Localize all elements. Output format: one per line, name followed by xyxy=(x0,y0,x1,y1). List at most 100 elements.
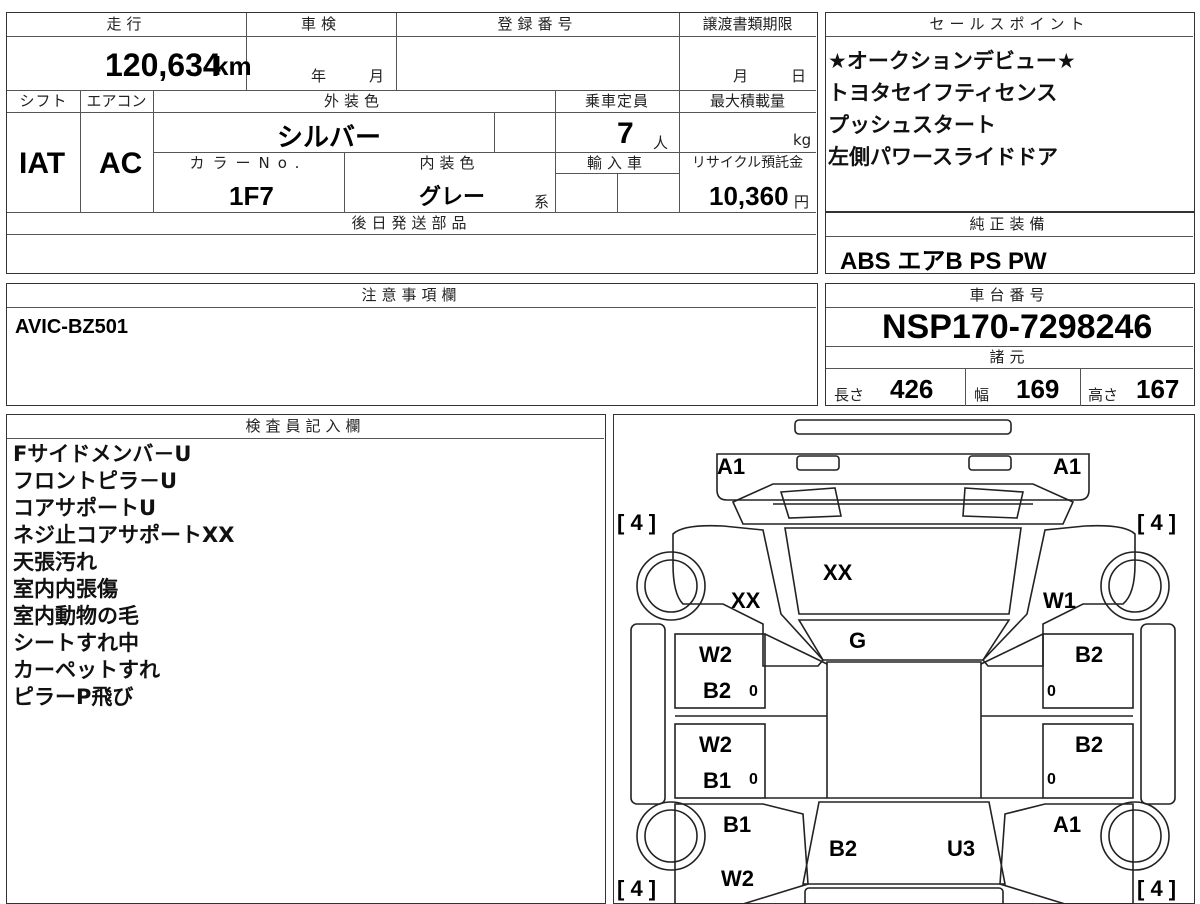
mileage-label: 走行 xyxy=(106,15,147,33)
mark-door-fl-zero: 0 xyxy=(749,683,758,700)
ac-value: AC xyxy=(99,147,143,180)
notes-label: 注意事項欄 xyxy=(361,286,462,304)
mark-quarter-left: B1 xyxy=(723,812,751,837)
capacity-value: 7 xyxy=(617,117,634,150)
wheel-fl xyxy=(636,551,706,621)
capacity-unit: 人 xyxy=(653,134,669,152)
vehicle-info-table: 走行 車検 登録番号 譲渡書類期限 120,634 km 年 月 月 日 シフト… xyxy=(6,12,818,274)
sales-points-box: セールスポイント ★オークションデビュー★ トヨタセイフティセンス プッシュスタ… xyxy=(825,12,1195,212)
interior-value: グレー xyxy=(419,185,486,210)
width-label: 幅 xyxy=(974,386,990,404)
later-parts-label: 後日発送部品 xyxy=(351,214,472,232)
recycle-unit: 円 xyxy=(794,193,810,211)
ac-label: エアコン xyxy=(86,92,147,110)
mileage-unit: km xyxy=(214,51,252,81)
front-left-light xyxy=(796,455,840,471)
import-label: 輸入車 xyxy=(586,154,647,172)
shift-value: IAT xyxy=(19,147,66,180)
windshield xyxy=(784,527,1022,615)
rear-bumper xyxy=(804,887,1004,904)
transfer-label: 譲渡書類期限 xyxy=(702,15,793,33)
inspector-label: 検査員記入欄 xyxy=(245,417,366,435)
car-diagram: A1 A1 [ 4 ] [ 4 ] [ 4 ] [ 4 ] XX XX W1 G… xyxy=(617,419,1176,904)
mark-tire-rr: [ 4 ] xyxy=(1137,876,1176,901)
sales-label: セールスポイント xyxy=(929,15,1090,33)
inspector-item: コアサポートU xyxy=(13,496,157,520)
inspection-label: 車検 xyxy=(300,15,341,33)
inspector-item: ピラーP飛び xyxy=(13,685,134,709)
equipment-label: 純正装備 xyxy=(969,215,1050,233)
inspector-item: 室内内張傷 xyxy=(13,577,118,601)
mark-door-rl-1: W2 xyxy=(699,732,732,757)
mark-door-rr-1: B2 xyxy=(1075,732,1103,757)
chassis-number: NSP170-7298246 xyxy=(882,308,1153,346)
mark-tire-fl: [ 4 ] xyxy=(617,510,656,535)
inspector-item: フロントピラ－U xyxy=(13,469,178,493)
length-label: 長さ xyxy=(834,386,865,404)
equipment-value: ABS エアB PS PW xyxy=(840,248,1047,275)
interior-label: 内装色 xyxy=(419,154,480,172)
left-sill xyxy=(630,623,666,805)
mark-door-fl-1: W2 xyxy=(699,642,732,667)
interior-suffix: 系 xyxy=(534,193,550,211)
wheel-rl xyxy=(636,801,706,871)
exterior-label: 外装色 xyxy=(323,92,384,110)
inspector-item: 室内動物の毛 xyxy=(13,604,139,628)
notes-value: AVIC-BZ501 xyxy=(15,316,128,338)
roof xyxy=(826,661,982,799)
mark-fender-right: W1 xyxy=(1043,588,1076,613)
car-diagram-box: A1 A1 [ 4 ] [ 4 ] [ 4 ] [ 4 ] XX XX W1 G… xyxy=(613,414,1195,904)
mark-door-rr-zero: 0 xyxy=(1047,771,1056,788)
color-no-label: カラーNo. xyxy=(189,154,308,172)
mark-door-rl-2: B1 xyxy=(703,768,731,793)
shift-label: シフト xyxy=(19,92,68,110)
mark-roof-front: G xyxy=(849,628,866,653)
sales-point: プッシュスタート xyxy=(828,113,996,137)
front-bumper-bar xyxy=(794,419,1012,435)
exterior-value: シルバー xyxy=(277,123,382,153)
chassis-label: 車台番号 xyxy=(969,286,1050,304)
registration-label: 登録番号 xyxy=(497,15,578,33)
mark-door-fl-2: B2 xyxy=(703,678,731,703)
length-value: 426 xyxy=(890,374,934,404)
inspector-item: ネジ止コアサポートXX xyxy=(13,523,235,547)
load-label: 最大積載量 xyxy=(709,92,785,110)
color-no-value: 1F7 xyxy=(229,181,274,211)
inspector-item: 天張汚れ xyxy=(13,550,97,574)
mark-windshield: XX xyxy=(823,560,853,585)
inspection-year: 年 xyxy=(311,67,327,85)
load-unit: kg xyxy=(793,131,812,149)
sales-point: ★オークションデビュー★ xyxy=(828,49,1076,73)
width-value: 169 xyxy=(1016,374,1060,404)
right-sill xyxy=(1140,623,1176,805)
inspector-item: カーペットすれ xyxy=(13,658,160,682)
mark-tire-rl: [ 4 ] xyxy=(617,876,656,901)
mark-quarter-right: A1 xyxy=(1053,812,1081,837)
mark-front-left: A1 xyxy=(717,454,745,479)
inspection-month: 月 xyxy=(369,67,385,85)
capacity-label: 乗車定員 xyxy=(584,92,649,110)
inspector-box: 検査員記入欄 Fサイドメンバ－U フロントピラ－U コアサポートU ネジ止コアサ… xyxy=(6,414,606,904)
mark-fender-left: XX xyxy=(731,588,761,613)
wheel-rr xyxy=(1100,801,1170,871)
notes-box: 注意事項欄 AVIC-BZ501 xyxy=(6,283,818,406)
sales-point: トヨタセイフティセンス xyxy=(828,81,1058,105)
sales-point: 左側パワースライドドア xyxy=(828,145,1058,169)
height-value: 167 xyxy=(1136,374,1180,404)
spec-label: 諸元 xyxy=(989,348,1030,366)
mark-rear-bottom: W2 xyxy=(721,866,754,891)
recycle-value: 10,360 xyxy=(709,181,789,211)
inspector-item: シートすれ中 xyxy=(13,631,139,655)
equipment-box: 純正装備 ABS エアB PS PW xyxy=(825,212,1195,275)
recycle-label: リサイクル預託金 xyxy=(691,155,804,171)
sales-points-list: ★オークションデビュー★ トヨタセイフティセンス プッシュスタート 左側パワース… xyxy=(828,45,1076,173)
front-bumper xyxy=(716,453,1090,501)
mark-tire-fr: [ 4 ] xyxy=(1137,510,1176,535)
mark-door-fr-zero: 0 xyxy=(1047,683,1056,700)
mark-rear-right: U3 xyxy=(947,836,975,861)
inspector-item: Fサイドメンバ－U xyxy=(13,442,192,466)
mark-door-fr-1: B2 xyxy=(1075,642,1103,667)
mark-rear-left: B2 xyxy=(829,836,857,861)
front-right-light xyxy=(968,455,1012,471)
mark-front-right: A1 xyxy=(1053,454,1081,479)
